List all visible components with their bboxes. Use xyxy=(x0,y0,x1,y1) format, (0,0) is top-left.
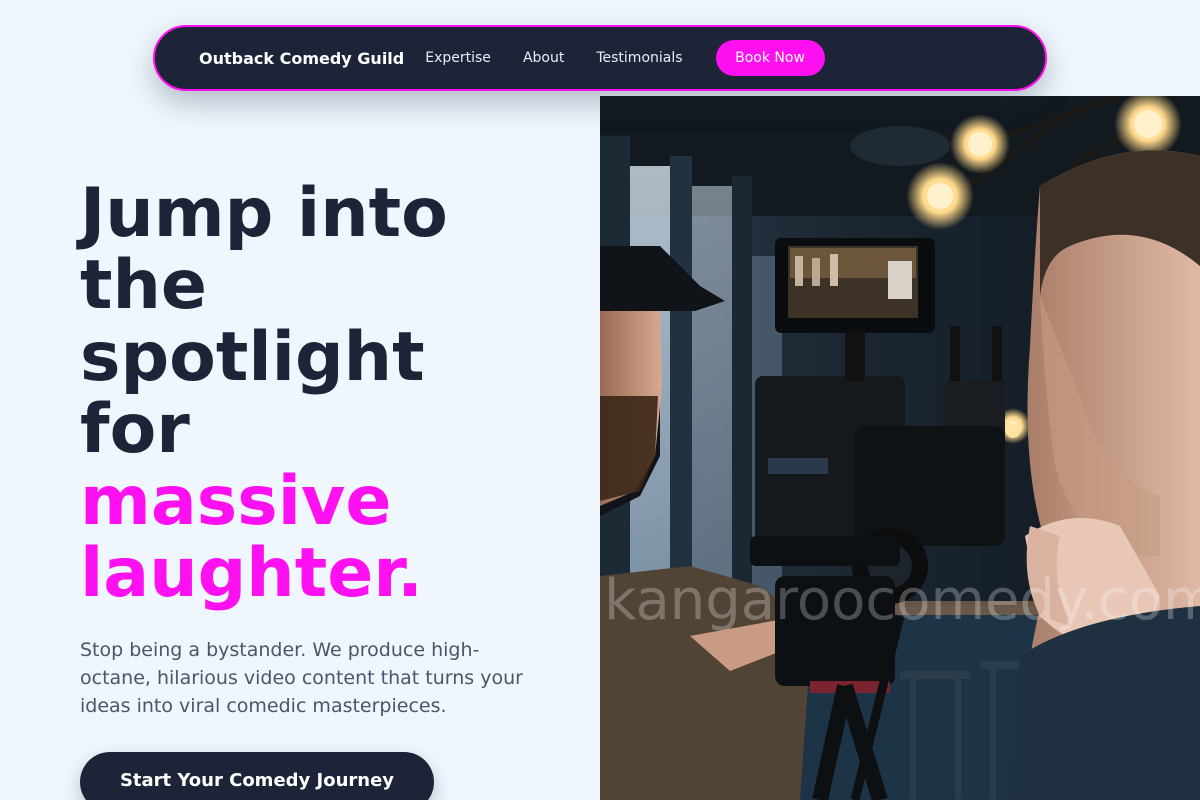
book-now-button[interactable]: Book Now xyxy=(715,40,825,76)
hero-headline: Jump into the spotlight for massive laug… xyxy=(80,178,580,610)
nav-link-about[interactable]: About xyxy=(523,50,564,66)
image-watermark: kangaroocomedy.com xyxy=(604,568,1200,633)
hero-photo: kangaroocomedy.com xyxy=(600,96,1200,800)
headline-line-4: for xyxy=(80,390,190,469)
headline-line-2: the xyxy=(80,246,208,325)
headline-line-3: spotlight xyxy=(80,318,425,397)
nav-link-expertise[interactable]: Expertise xyxy=(425,50,491,66)
start-comedy-journey-button[interactable]: Start Your Comedy Journey xyxy=(80,752,434,800)
headline-accent-line-2: laughter. xyxy=(80,534,423,613)
headline-line-1: Jump into xyxy=(80,174,448,253)
nav-link-testimonials[interactable]: Testimonials xyxy=(596,50,682,66)
top-navigation: Outback Comedy Guild Expertise About Tes… xyxy=(153,25,1047,91)
headline-accent-line-1: massive xyxy=(80,462,392,541)
hero-subtitle: Stop being a bystander. We produce high-… xyxy=(80,639,523,717)
camera-crew-photo-icon xyxy=(600,96,1200,800)
brand-logo-text[interactable]: Outback Comedy Guild xyxy=(199,49,404,68)
